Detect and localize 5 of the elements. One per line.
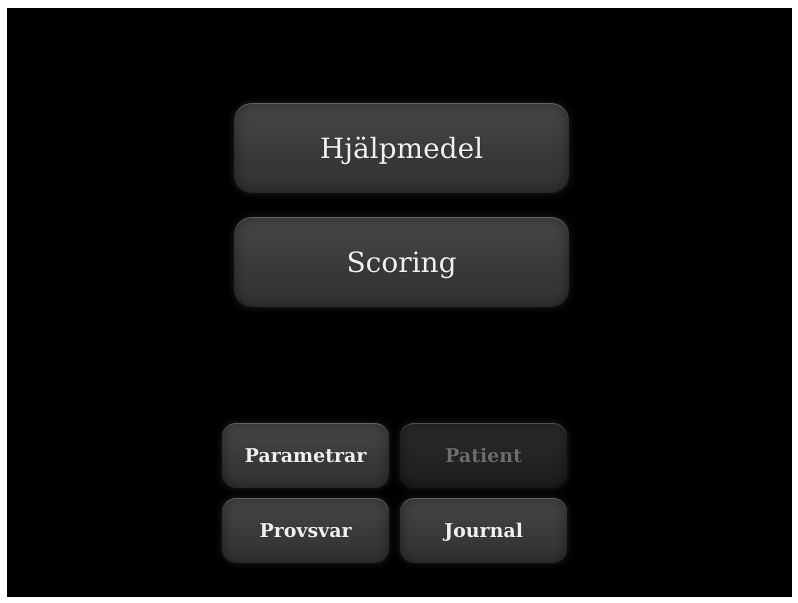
nav-button[interactable]: Provsvar [222, 498, 389, 563]
menu-button[interactable]: Scoring [234, 217, 569, 307]
menu-button[interactable]: Hjälpmedel [234, 103, 569, 193]
nav-button[interactable]: Journal [400, 498, 567, 563]
nav-button[interactable]: Parametrar [222, 423, 389, 488]
